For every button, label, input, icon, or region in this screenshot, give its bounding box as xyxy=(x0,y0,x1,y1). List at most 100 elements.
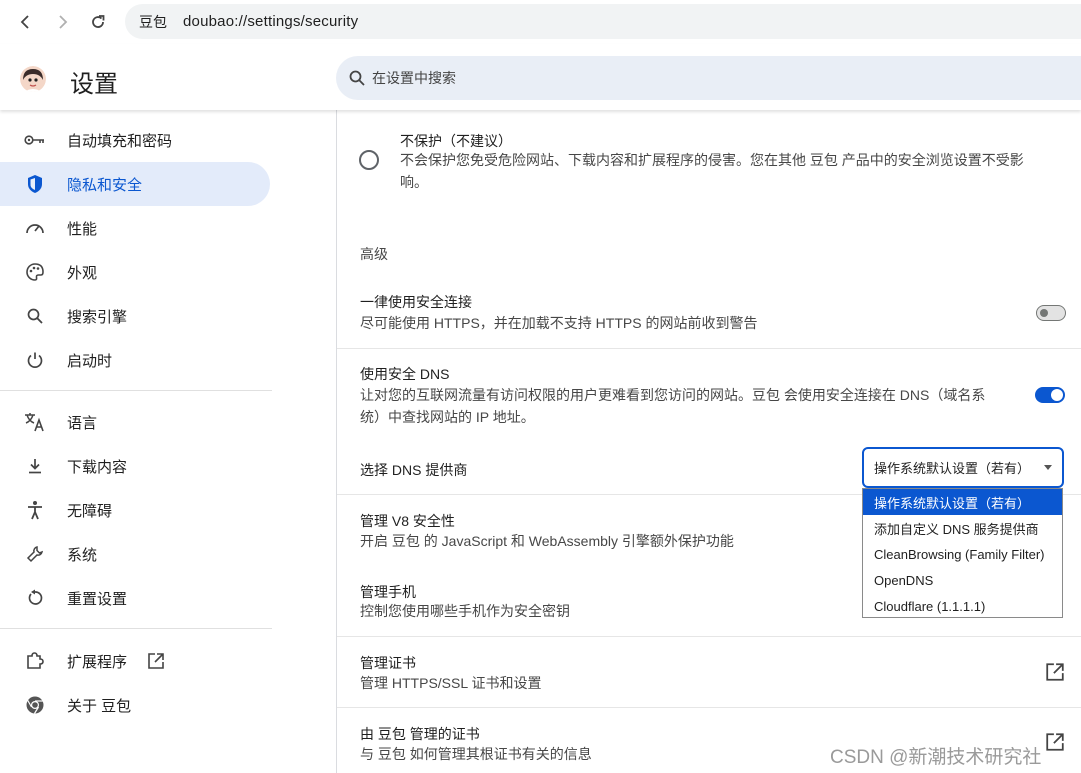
avatar-icon xyxy=(20,66,46,92)
manage-certs-desc: 管理 HTTPS/SSL 证书和设置 xyxy=(360,675,542,691)
reload-button[interactable] xyxy=(84,8,112,36)
sidebar-item-autofill[interactable]: 自动填充和密码 xyxy=(0,118,270,162)
download-icon xyxy=(24,455,46,477)
forward-button[interactable] xyxy=(48,8,76,36)
puzzle-icon xyxy=(24,650,46,672)
v8-security-desc: 开启 豆包 的 JavaScript 和 WebAssembly 引擎额外保护功… xyxy=(360,533,734,549)
settings-search[interactable] xyxy=(336,56,1081,100)
sidebar-item-label: 自动填充和密码 xyxy=(67,132,173,150)
secure-dns-desc: 让对您的互联网流量有访问权限的用户更难看到您访问的网站。豆包 会使用安全连接在 … xyxy=(360,384,1010,428)
dns-provider-select[interactable]: 操作系统默认设置（若有） xyxy=(862,447,1064,488)
search-icon xyxy=(349,70,365,86)
managed-certs-desc: 与 豆包 如何管理其根证书有关的信息 xyxy=(360,746,592,762)
sidebar-item-label: 重置设置 xyxy=(67,590,128,608)
secure-dns-toggle[interactable] xyxy=(1035,387,1065,403)
no-protection-desc-line2: 响。 xyxy=(400,174,428,190)
dns-provider-dropdown: 操作系统默认设置（若有） 添加自定义 DNS 服务提供商 CleanBrowsi… xyxy=(862,488,1063,618)
sidebar-item-label: 无障碍 xyxy=(67,502,113,520)
sidebar-item-performance[interactable]: 性能 xyxy=(0,206,270,250)
back-arrow-icon xyxy=(20,15,29,29)
row-divider xyxy=(337,348,1081,349)
sidebar-item-privacy-security[interactable]: 隐私和安全 xyxy=(0,162,270,206)
key-icon xyxy=(24,129,46,151)
search-icon xyxy=(24,305,46,327)
dns-option-custom[interactable]: 添加自定义 DNS 服务提供商 xyxy=(863,515,1062,541)
translate-icon xyxy=(24,411,46,433)
advanced-heading: 高级 xyxy=(360,246,388,262)
sidebar-item-downloads[interactable]: 下载内容 xyxy=(0,444,270,488)
manage-phones-desc: 控制您使用哪些手机作为安全密钥 xyxy=(360,603,570,619)
secure-dns-desc-line1: 让对您的互联网流量有访问权限的用户更难看到您访问的网站。豆包 会使用安全连接在 … xyxy=(360,387,986,403)
no-protection-desc-line1: 不会保护您免受危险网站、下载内容和扩展程序的侵害。您在其他 豆包 产品中的安全浏… xyxy=(400,152,1024,168)
sidebar-divider xyxy=(0,390,272,391)
address-bar[interactable]: 豆包 doubao://settings/security xyxy=(125,4,1081,39)
sidebar-item-label: 隐私和安全 xyxy=(67,176,143,194)
sidebar-item-languages[interactable]: 语言 xyxy=(0,400,270,444)
wrench-icon xyxy=(24,543,46,565)
open-in-new-icon xyxy=(147,652,165,670)
accessibility-icon xyxy=(24,499,46,521)
https-only-toggle[interactable] xyxy=(1036,305,1066,321)
sidebar-item-label: 下载内容 xyxy=(67,458,128,476)
forward-arrow-icon xyxy=(59,15,68,29)
sidebar-item-label: 语言 xyxy=(67,414,98,432)
dns-option-opendns[interactable]: OpenDNS xyxy=(863,567,1062,593)
sidebar-divider xyxy=(0,628,272,629)
row-divider xyxy=(337,707,1081,708)
sidebar-item-reset[interactable]: 重置设置 xyxy=(0,576,270,620)
toggle-knob xyxy=(1051,389,1063,401)
sidebar-item-label: 搜索引擎 xyxy=(67,308,128,326)
security-settings-card: 不保护（不建议） 不会保护您免受危险网站、下载内容和扩展程序的侵害。您在其他 豆… xyxy=(336,110,1081,773)
sidebar-item-on-startup[interactable]: 启动时 xyxy=(0,338,270,382)
avatar[interactable] xyxy=(20,66,46,92)
sidebar-item-system[interactable]: 系统 xyxy=(0,532,270,576)
toggle-knob xyxy=(1040,309,1048,317)
dns-provider-selected: 操作系统默认设置（若有） xyxy=(874,461,1031,476)
sidebar-item-label: 性能 xyxy=(67,220,98,238)
row-divider xyxy=(337,636,1081,637)
settings-header: 设置 xyxy=(0,44,1081,110)
power-icon xyxy=(24,349,46,371)
watermark: CSDN @新潮技术研究社 xyxy=(830,747,1042,768)
open-in-new-icon[interactable] xyxy=(1045,662,1065,682)
managed-certs-title[interactable]: 由 豆包 管理的证书 xyxy=(360,724,480,744)
settings-sidebar: 自动填充和密码 隐私和安全 性能 外观 搜索引擎 启动时 语言 下载内容 无障碍… xyxy=(0,110,336,773)
secure-dns-desc-line2: 统）中查找网站的 IP 地址。 xyxy=(360,409,535,425)
sidebar-item-label: 关于 豆包 xyxy=(67,697,132,715)
palette-icon xyxy=(24,261,46,283)
reset-icon xyxy=(24,587,46,609)
search-input[interactable] xyxy=(372,70,772,86)
no-protection-desc: 不会保护您免受危险网站、下载内容和扩展程序的侵害。您在其他 豆包 产品中的安全浏… xyxy=(400,149,1050,193)
sidebar-item-appearance[interactable]: 外观 xyxy=(0,250,270,294)
browser-toolbar: 豆包 doubao://settings/security xyxy=(0,0,1081,44)
dns-option-cloudflare[interactable]: Cloudflare (1.1.1.1) xyxy=(863,593,1062,619)
sidebar-item-label: 扩展程序 xyxy=(67,653,128,671)
https-only-title: 一律使用安全连接 xyxy=(360,294,472,310)
back-button[interactable] xyxy=(12,8,40,36)
sidebar-item-accessibility[interactable]: 无障碍 xyxy=(0,488,270,532)
sidebar-item-label: 系统 xyxy=(67,546,98,564)
dns-provider-label: 选择 DNS 提供商 xyxy=(360,462,468,478)
chevron-down-icon xyxy=(1044,465,1052,470)
sidebar-item-about[interactable]: 关于 豆包 xyxy=(0,683,270,727)
v8-security-title[interactable]: 管理 V8 安全性 xyxy=(360,511,455,531)
dns-option-os-default[interactable]: 操作系统默认设置（若有） xyxy=(863,489,1062,515)
speedometer-icon xyxy=(24,217,46,239)
secure-dns-title: 使用安全 DNS xyxy=(360,366,450,382)
dns-option-cleanbrowsing[interactable]: CleanBrowsing (Family Filter) xyxy=(863,541,1062,567)
open-in-new-icon[interactable] xyxy=(1045,732,1065,752)
sidebar-item-search-engine[interactable]: 搜索引擎 xyxy=(0,294,270,338)
manage-phones-title[interactable]: 管理手机 xyxy=(360,582,416,602)
no-protection-radio[interactable] xyxy=(359,150,379,170)
url-text: doubao://settings/security xyxy=(183,13,359,30)
sidebar-item-label: 外观 xyxy=(67,264,98,282)
manage-certs-title[interactable]: 管理证书 xyxy=(360,653,416,673)
no-protection-title: 不保护（不建议） xyxy=(400,133,512,149)
shield-icon xyxy=(24,173,46,195)
browser-logo-icon xyxy=(24,694,46,716)
sidebar-item-label: 启动时 xyxy=(67,352,113,370)
site-name: 豆包 xyxy=(139,13,167,30)
reload-icon xyxy=(92,15,105,28)
sidebar-item-extensions[interactable]: 扩展程序 xyxy=(0,639,270,683)
https-only-desc: 尽可能使用 HTTPS，并在加载不支持 HTTPS 的网站前收到警告 xyxy=(360,315,758,331)
